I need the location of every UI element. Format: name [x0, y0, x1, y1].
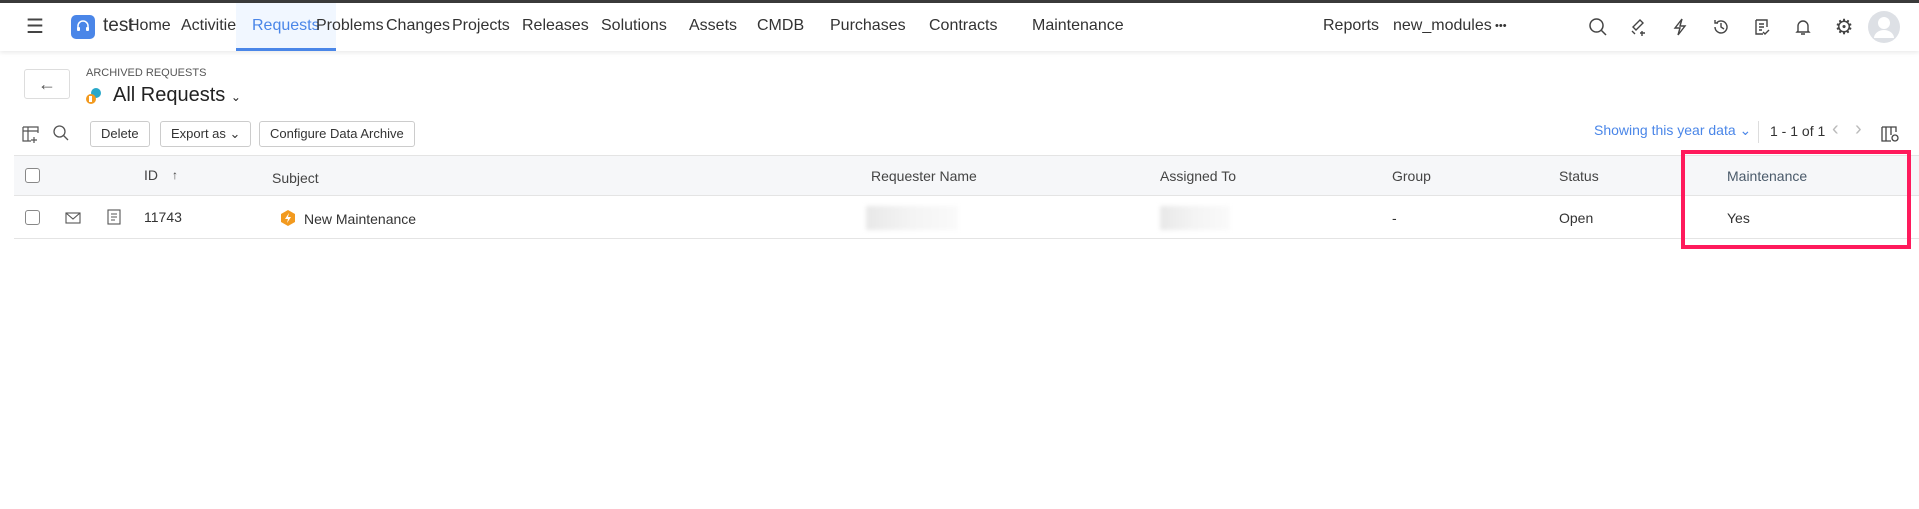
previous-page-icon[interactable]: ‹	[1832, 118, 1839, 141]
breadcrumb: ARCHIVED REQUESTS	[86, 67, 207, 79]
email-icon[interactable]	[65, 210, 81, 226]
next-page-icon[interactable]: ›	[1855, 118, 1862, 141]
nav-new-modules[interactable]: new_modules	[1393, 3, 1492, 51]
nav-maintenance[interactable]: Maintenance	[1032, 3, 1124, 51]
column-header-assigned-to[interactable]: Assigned To	[1160, 168, 1236, 184]
column-header-status[interactable]: Status	[1559, 168, 1599, 184]
column-header-group[interactable]: Group	[1392, 168, 1431, 184]
row-checkbox[interactable]	[25, 210, 40, 225]
top-nav: ☰ test Home Activities Requests Problems…	[0, 3, 1919, 51]
bell-icon[interactable]	[1792, 16, 1814, 38]
nav-changes[interactable]: Changes	[386, 3, 450, 51]
add-column-view-icon[interactable]	[21, 124, 41, 144]
new-ticket-icon[interactable]	[1628, 16, 1650, 38]
nav-solutions[interactable]: Solutions	[601, 3, 667, 51]
nav-home[interactable]: Home	[128, 3, 171, 51]
nav-cmdb[interactable]: CMDB	[757, 3, 804, 51]
export-as-button[interactable]: Export as ⌄	[160, 121, 252, 147]
nav-reports[interactable]: Reports	[1323, 3, 1379, 51]
page-title[interactable]: All Requests ⌄	[113, 84, 241, 107]
configure-data-archive-button[interactable]: Configure Data Archive	[259, 121, 415, 147]
column-header-id[interactable]: ID	[144, 167, 158, 183]
request-subject[interactable]: New Maintenance	[304, 211, 416, 227]
request-id[interactable]: 11743	[144, 209, 182, 225]
tasks-icon[interactable]	[1751, 16, 1773, 38]
request-status: Open	[1559, 210, 1594, 226]
lightning-icon[interactable]	[1669, 16, 1691, 38]
nav-more-button[interactable]: •••	[1495, 3, 1507, 51]
column-header-subject[interactable]: Subject	[272, 170, 319, 186]
column-header-requester-name[interactable]: Requester Name	[871, 168, 977, 184]
maintenance-template-icon	[280, 209, 296, 227]
requester-name-redacted	[866, 206, 958, 230]
nav-assets[interactable]: Assets	[689, 3, 737, 51]
history-icon[interactable]	[1710, 16, 1732, 38]
pagination-info: 1 - 1 of 1	[1770, 123, 1826, 139]
toolbar-divider	[1758, 121, 1759, 143]
sort-ascending-icon[interactable]: ↑	[172, 168, 178, 182]
chevron-down-icon: ⌄	[229, 126, 241, 141]
notes-icon[interactable]	[106, 209, 122, 225]
chevron-down-icon: ⌄	[230, 90, 241, 104]
column-settings-icon[interactable]	[1880, 124, 1900, 144]
export-as-label: Export as	[171, 126, 226, 141]
assigned-to-redacted	[1160, 206, 1230, 230]
nav-projects[interactable]: Projects	[452, 3, 510, 51]
select-all-checkbox[interactable]	[25, 168, 40, 183]
date-filter-label: Showing this year data	[1594, 122, 1736, 138]
maintenance-column-highlight	[1681, 150, 1911, 249]
nav-activities[interactable]: Activities	[181, 3, 244, 51]
avatar[interactable]	[1868, 11, 1900, 43]
delete-button[interactable]: Delete	[90, 121, 150, 147]
nav-problems[interactable]: Problems	[316, 3, 384, 51]
search-icon[interactable]	[1587, 16, 1609, 38]
search-icon[interactable]	[51, 123, 71, 143]
nav-contracts[interactable]: Contracts	[929, 3, 997, 51]
gear-icon[interactable]: ⚙	[1833, 16, 1855, 39]
request-group: -	[1392, 210, 1397, 226]
chevron-down-icon: ⌄	[1739, 122, 1752, 138]
table-row[interactable]	[14, 196, 1919, 239]
hamburger-menu-icon[interactable]: ☰	[26, 16, 44, 38]
date-filter-dropdown[interactable]: Showing this year data ⌄	[1594, 122, 1751, 139]
nav-releases[interactable]: Releases	[522, 3, 589, 51]
back-button[interactable]: ←	[24, 69, 70, 99]
page-title-text: All Requests	[113, 84, 226, 106]
app-logo-icon	[71, 15, 95, 39]
requests-module-icon	[84, 86, 104, 106]
nav-purchases[interactable]: Purchases	[830, 3, 906, 51]
